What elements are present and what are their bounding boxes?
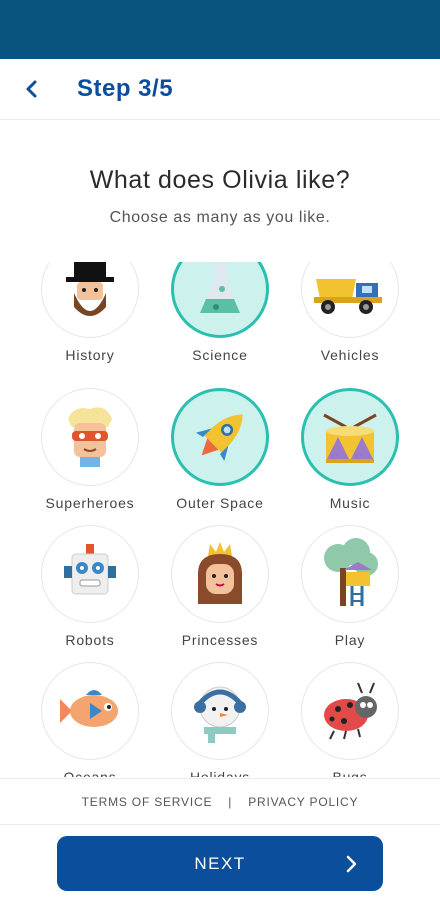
chevron-right-icon: [346, 855, 357, 873]
interest-robots[interactable]: Robots: [25, 525, 155, 662]
interest-circle: [171, 388, 269, 486]
terms-of-service-link[interactable]: TERMS OF SERVICE: [82, 795, 213, 809]
vehicles-icon: [314, 279, 382, 314]
interest-label: History: [65, 347, 115, 363]
interest-label: Music: [329, 495, 371, 511]
page-title: What does Olivia like?: [89, 166, 351, 194]
header: Step 3/5: [0, 59, 440, 120]
princesses-icon: [198, 542, 242, 604]
interest-circle: [301, 662, 399, 760]
interest-label: Play: [334, 632, 366, 648]
footer-links: TERMS OF SERVICE | PRIVACY POLICY: [0, 778, 440, 825]
interest-label: Outer Space: [176, 495, 264, 511]
interest-circle: [171, 262, 269, 338]
interest-circle: [41, 525, 139, 623]
interest-label: Oceans: [63, 769, 117, 777]
interest-label: Princesses: [181, 632, 259, 648]
music-icon: [323, 413, 377, 463]
interest-vehicles[interactable]: Vehicles: [285, 262, 415, 377]
interest-music[interactable]: Music: [285, 388, 415, 525]
page-subtitle: Choose as many as you like.: [109, 209, 331, 226]
interest-label: Robots: [65, 632, 115, 648]
history-icon: [66, 262, 114, 316]
interest-circle: [171, 525, 269, 623]
interest-bugs[interactable]: Bugs: [285, 662, 415, 777]
interests-grid[interactable]: History Science Vehicles Superheroes Out…: [0, 262, 440, 777]
interest-circle: [301, 388, 399, 486]
interest-circle: [41, 388, 139, 486]
bugs-icon: [324, 682, 377, 740]
interest-label: Bugs: [332, 769, 368, 777]
interest-circle: [41, 262, 139, 338]
next-label: NEXT: [194, 854, 246, 873]
interest-label: Superheroes: [45, 495, 135, 511]
footer-separator: |: [228, 794, 233, 809]
interest-outer-space[interactable]: Outer Space: [155, 388, 285, 525]
interest-circle: [41, 662, 139, 760]
status-bar: [0, 0, 440, 59]
back-button[interactable]: [16, 73, 48, 105]
interest-label: Holidays: [189, 769, 251, 777]
interest-science[interactable]: Science: [155, 262, 285, 377]
step-title: Step 3/5: [77, 75, 174, 102]
science-icon: [200, 262, 240, 313]
interest-princesses[interactable]: Princesses: [155, 525, 285, 662]
holidays-icon: [194, 686, 246, 743]
robots-icon: [64, 544, 116, 595]
interest-history[interactable]: History: [25, 262, 155, 377]
interest-superheroes[interactable]: Superheroes: [25, 388, 155, 525]
superheroes-icon: [68, 407, 112, 467]
play-icon: [324, 538, 378, 606]
chevron-left-icon: [26, 80, 37, 98]
interest-play[interactable]: Play: [285, 525, 415, 662]
interest-label: Vehicles: [320, 347, 380, 363]
interest-label: Science: [192, 347, 248, 363]
interest-circle: [301, 525, 399, 623]
next-button[interactable]: NEXT: [57, 836, 383, 891]
interest-oceans[interactable]: Oceans: [25, 662, 155, 777]
interest-circle: [171, 662, 269, 760]
oceans-icon: [60, 690, 118, 727]
privacy-policy-link[interactable]: PRIVACY POLICY: [248, 795, 358, 809]
interest-holidays[interactable]: Holidays: [155, 662, 285, 777]
outer-space-icon: [195, 414, 243, 462]
interest-circle: [301, 262, 399, 338]
